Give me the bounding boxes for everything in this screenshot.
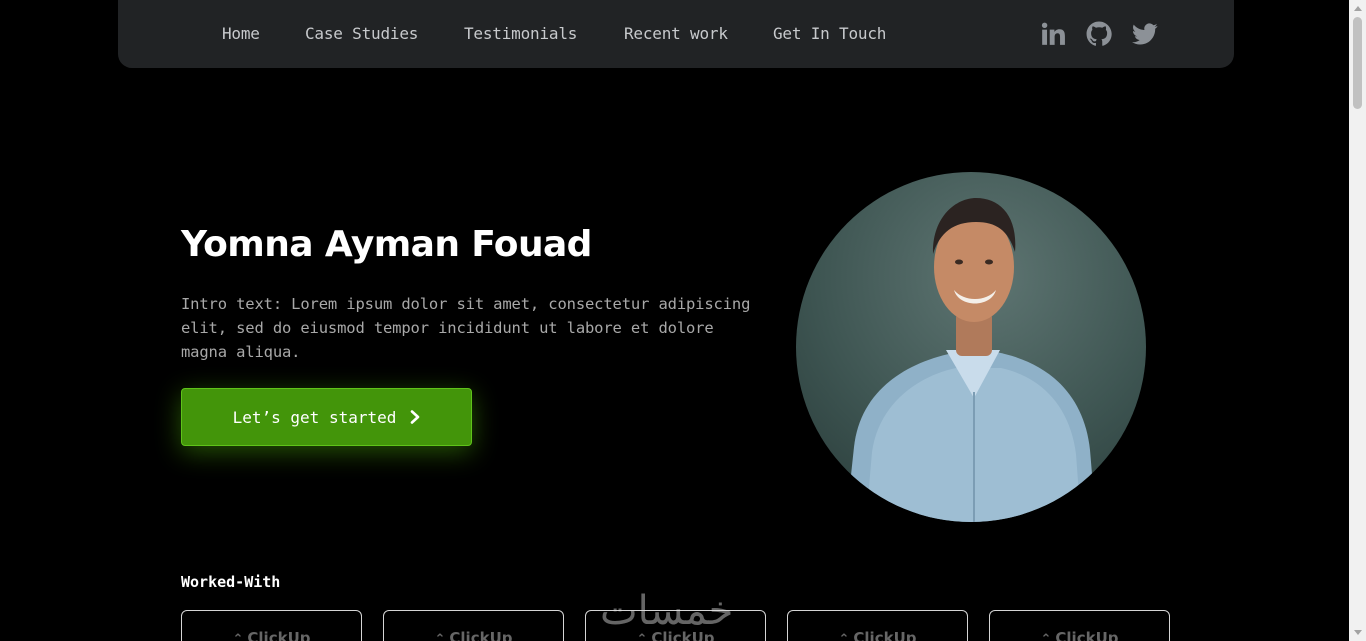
top-navbar: Home Case Studies Testimonials Recent wo… — [118, 0, 1234, 68]
github-icon[interactable] — [1086, 21, 1112, 47]
chevron-right-icon — [411, 410, 420, 424]
scroll-up-icon[interactable] — [1354, 6, 1362, 11]
nav-link-recent-work[interactable]: Recent work — [624, 24, 728, 44]
nav-link-case-studies[interactable]: Case Studies — [305, 24, 418, 44]
clickup-logo: ⌃ ClickUp — [384, 629, 563, 641]
twitter-icon[interactable] — [1132, 21, 1158, 47]
nav-link-get-in-touch[interactable]: Get In Touch — [773, 24, 886, 44]
get-started-label: Let’s get started — [232, 407, 397, 427]
page-scrollbar[interactable] — [1349, 0, 1366, 641]
nav-link-testimonials[interactable]: Testimonials — [464, 24, 577, 44]
hero-intro-text: Intro text: Lorem ipsum dolor sit amet, … — [181, 295, 751, 361]
client-logo-card: ⌃ ClickUp — [787, 610, 968, 641]
clickup-icon: ⌃ — [1040, 632, 1052, 641]
linkedin-icon[interactable] — [1040, 21, 1066, 47]
nav-link-home[interactable]: Home — [222, 24, 260, 44]
clickup-icon: ⌃ — [434, 632, 446, 641]
clickup-icon: ⌃ — [838, 632, 850, 641]
client-logo-card: ⌃ ClickUp — [383, 610, 564, 641]
clickup-logo: ⌃ ClickUp — [182, 629, 361, 641]
clickup-logo: ⌃ ClickUp — [990, 629, 1169, 641]
scrollbar-thumb[interactable] — [1353, 17, 1362, 109]
get-started-button[interactable]: Let’s get started — [181, 388, 472, 446]
scroll-down-icon[interactable] — [1354, 630, 1362, 635]
clickup-logo: ⌃ ClickUp — [788, 629, 967, 641]
worked-with-heading: Worked-With — [181, 573, 281, 591]
watermark-logo: خمسات — [600, 588, 734, 634]
hero-name: Yomna Ayman Fouad — [181, 224, 592, 265]
client-logo-card: ⌃ ClickUp — [181, 610, 362, 641]
clickup-icon: ⌃ — [232, 632, 244, 641]
profile-photo — [796, 172, 1146, 522]
client-logo-card: ⌃ ClickUp — [989, 610, 1170, 641]
